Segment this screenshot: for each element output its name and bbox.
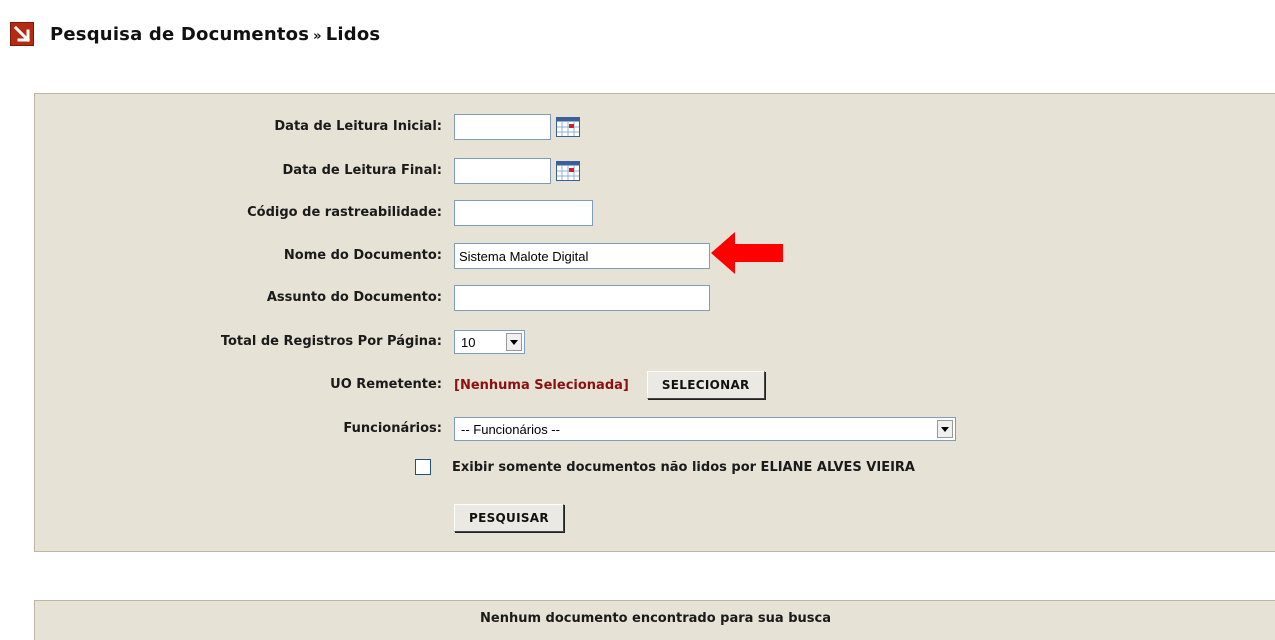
no-results-message: Nenhum documento encontrado para sua bus… xyxy=(480,611,831,626)
codigo-input[interactable] xyxy=(454,200,593,226)
breadcrumb-separator: » xyxy=(313,28,322,44)
row-assunto: Assunto do Documento: xyxy=(35,283,1275,313)
funcionarios-label: Funcionários: xyxy=(343,421,442,436)
total-select-value: 10 xyxy=(461,334,476,350)
red-arrow-icon xyxy=(711,232,783,274)
selecionar-button[interactable]: SELECIONAR xyxy=(646,371,765,399)
row-funcionarios: Funcionários: -- Funcionários -- xyxy=(35,414,1275,444)
search-button-wrap: PESQUISAR xyxy=(454,504,564,532)
row-total: Total de Registros Por Página: 10 xyxy=(35,327,1275,357)
page-title-sub: Lidos xyxy=(325,23,381,45)
uo-label: UO Remetente: xyxy=(330,377,442,392)
chevron-down-icon[interactable] xyxy=(506,333,522,351)
uo-selected-value: [Nenhuma Selecionada] xyxy=(454,377,629,393)
chevron-down-icon[interactable] xyxy=(937,420,953,438)
funcionarios-select[interactable]: -- Funcionários -- xyxy=(454,417,956,441)
funcionarios-select-value: -- Funcionários -- xyxy=(461,421,560,437)
unread-only-checkbox[interactable] xyxy=(415,459,431,475)
row-nome: Nome do Documento: xyxy=(35,241,1275,271)
unread-only-label: Exibir somente documentos não lidos por … xyxy=(452,459,915,475)
data-inicial-label: Data de Leitura Inicial: xyxy=(274,119,442,134)
codigo-label: Código de rastreabilidade: xyxy=(247,205,442,220)
row-uo: UO Remetente: [Nenhuma Selecionada] SELE… xyxy=(35,370,1275,400)
nome-label: Nome do Documento: xyxy=(283,248,442,263)
row-data-inicial: Data de Leitura Inicial: xyxy=(35,112,1275,142)
data-final-label: Data de Leitura Final: xyxy=(282,163,442,178)
total-label: Total de Registros Por Página: xyxy=(220,334,442,349)
row-data-final: Data de Leitura Final: xyxy=(35,156,1275,186)
search-form-panel: Data de Leitura Inicial: Data de Leitura… xyxy=(34,93,1275,552)
calendar-icon[interactable] xyxy=(556,161,580,181)
assunto-label: Assunto do Documento: xyxy=(266,290,442,305)
row-checkbox: Exibir somente documentos não lidos por … xyxy=(415,455,915,479)
page-title-main: Pesquisa de Documentos xyxy=(50,23,310,45)
calendar-icon[interactable] xyxy=(556,117,580,137)
assunto-input[interactable] xyxy=(454,285,710,311)
arrow-down-right-icon xyxy=(10,22,34,46)
data-inicial-input[interactable] xyxy=(454,114,551,140)
row-codigo: Código de rastreabilidade: xyxy=(35,198,1275,228)
page-title: Pesquisa de Documentos» Lidos xyxy=(50,24,380,45)
data-final-input[interactable] xyxy=(454,158,551,184)
results-panel: Nenhum documento encontrado para sua bus… xyxy=(34,600,1275,640)
page-header: Pesquisa de Documentos» Lidos xyxy=(10,14,380,54)
page: Pesquisa de Documentos» Lidos Data de Lei… xyxy=(0,0,1275,640)
nome-input[interactable] xyxy=(454,243,710,269)
total-select[interactable]: 10 xyxy=(454,330,525,354)
pesquisar-button[interactable]: PESQUISAR xyxy=(454,504,564,532)
